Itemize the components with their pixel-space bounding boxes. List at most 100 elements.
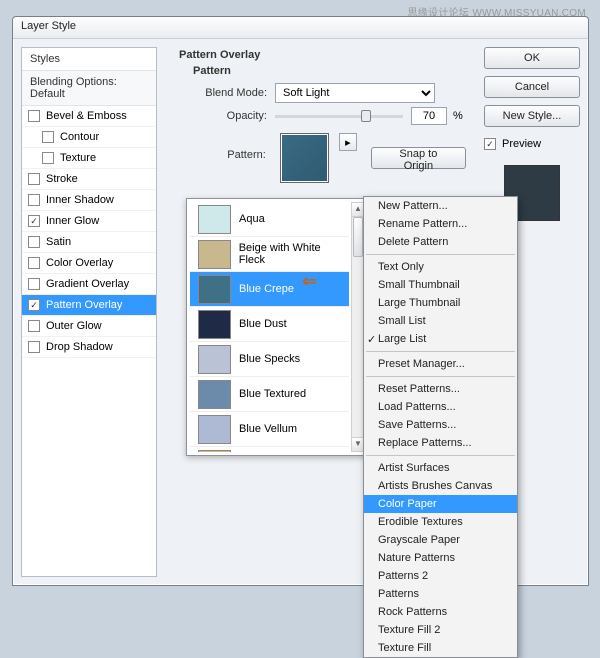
panel-title: Pattern Overlay <box>179 49 466 61</box>
style-item-bevel-emboss[interactable]: Bevel & Emboss <box>22 106 156 127</box>
style-item-inner-glow[interactable]: ✓Inner Glow <box>22 211 156 232</box>
annotation-arrow-icon: ⇐ <box>302 271 336 285</box>
menu-item[interactable]: Rename Pattern... <box>364 215 517 233</box>
pattern-name: Blue Textured <box>239 388 306 400</box>
style-checkbox[interactable] <box>28 320 40 332</box>
blend-mode-label: Blend Mode: <box>191 87 267 99</box>
pattern-context-menu: New Pattern...Rename Pattern...Delete Pa… <box>363 196 518 658</box>
style-item-outer-glow[interactable]: Outer Glow <box>22 316 156 337</box>
style-checkbox[interactable] <box>28 236 40 248</box>
menu-item[interactable]: Large Thumbnail <box>364 294 517 312</box>
pattern-name: Beige with White Fleck <box>239 242 349 266</box>
style-label: Color Overlay <box>46 257 113 269</box>
menu-separator <box>366 376 515 377</box>
menu-item[interactable]: ✓Large List <box>364 330 517 348</box>
pattern-name: Aqua <box>239 213 265 225</box>
styles-header[interactable]: Styles <box>22 48 156 71</box>
pattern-picker-popup: AquaBeige with White FleckBlue CrepeBlue… <box>186 198 368 456</box>
menu-item[interactable]: Preset Manager... <box>364 355 517 373</box>
style-label: Outer Glow <box>46 320 102 332</box>
pattern-thumb <box>198 205 231 234</box>
new-style-button[interactable]: New Style... <box>484 105 580 127</box>
menu-separator <box>366 254 515 255</box>
pattern-thumb <box>198 380 231 409</box>
style-checkbox[interactable] <box>42 152 54 164</box>
new-preset-icon[interactable]: ▸ <box>339 133 357 151</box>
pattern-thumb <box>198 415 231 444</box>
style-checkbox[interactable]: ✓ <box>28 215 40 227</box>
style-label: Gradient Overlay <box>46 278 129 290</box>
menu-item[interactable]: Small Thumbnail <box>364 276 517 294</box>
panel-subtitle: Pattern <box>193 65 466 77</box>
pattern-item[interactable]: Blue Textured <box>190 377 349 412</box>
style-label: Pattern Overlay <box>46 299 122 311</box>
pattern-item[interactable]: Blue Vellum <box>190 412 349 447</box>
style-checkbox[interactable] <box>28 110 40 122</box>
style-checkbox[interactable] <box>28 173 40 185</box>
menu-item[interactable]: Texture Fill 2 <box>364 621 517 639</box>
menu-item[interactable]: Reset Patterns... <box>364 380 517 398</box>
pattern-item[interactable]: Blue Specks <box>190 342 349 377</box>
pattern-item[interactable]: Buff Textured <box>190 447 349 452</box>
menu-separator <box>366 351 515 352</box>
pattern-label: Pattern: <box>191 149 266 161</box>
menu-item[interactable]: Artists Brushes Canvas <box>364 477 517 495</box>
menu-item[interactable]: Color Paper <box>364 495 517 513</box>
blending-options-header[interactable]: Blending Options: Default <box>22 71 156 106</box>
menu-item[interactable]: Save Patterns... <box>364 416 517 434</box>
cancel-button[interactable]: Cancel <box>484 76 580 98</box>
snap-to-origin-button[interactable]: Snap to Origin <box>371 147 466 169</box>
style-item-gradient-overlay[interactable]: Gradient Overlay <box>22 274 156 295</box>
style-checkbox[interactable] <box>28 341 40 353</box>
menu-item[interactable]: Small List <box>364 312 517 330</box>
menu-item[interactable]: Erodible Textures <box>364 513 517 531</box>
pattern-item[interactable]: Aqua <box>190 202 349 237</box>
menu-item[interactable]: Patterns 2 <box>364 567 517 585</box>
scroll-thumb[interactable] <box>353 217 363 257</box>
style-item-contour[interactable]: Contour <box>22 127 156 148</box>
blend-mode-select[interactable]: Soft Light <box>275 83 435 103</box>
menu-item[interactable]: Load Patterns... <box>364 398 517 416</box>
pattern-thumb <box>198 310 231 339</box>
menu-item[interactable]: Texture Fill <box>364 639 517 657</box>
menu-item[interactable]: Rock Patterns <box>364 603 517 621</box>
menu-item[interactable]: Grayscale Paper <box>364 531 517 549</box>
style-checkbox[interactable] <box>28 257 40 269</box>
preview-checkbox[interactable]: ✓ <box>484 138 496 150</box>
style-label: Texture <box>60 152 96 164</box>
style-label: Contour <box>60 131 99 143</box>
style-item-inner-shadow[interactable]: Inner Shadow <box>22 190 156 211</box>
opacity-slider[interactable] <box>275 109 403 123</box>
style-checkbox[interactable] <box>42 131 54 143</box>
pattern-item[interactable]: Beige with White Fleck <box>190 237 349 272</box>
pattern-thumb <box>198 275 231 304</box>
style-checkbox[interactable]: ✓ <box>28 299 40 311</box>
pattern-swatch[interactable] <box>280 133 329 183</box>
style-item-satin[interactable]: Satin <box>22 232 156 253</box>
menu-item[interactable]: Nature Patterns <box>364 549 517 567</box>
opacity-unit: % <box>453 110 463 122</box>
menu-item[interactable]: Replace Patterns... <box>364 434 517 452</box>
style-checkbox[interactable] <box>28 278 40 290</box>
style-label: Drop Shadow <box>46 341 113 353</box>
pattern-thumb <box>198 240 231 269</box>
menu-item[interactable]: Delete Pattern <box>364 233 517 251</box>
pattern-name: Blue Vellum <box>239 423 297 435</box>
menu-item[interactable]: Text Only <box>364 258 517 276</box>
opacity-value[interactable] <box>411 107 447 125</box>
pattern-item[interactable]: Blue Dust <box>190 307 349 342</box>
styles-panel: Styles Blending Options: Default Bevel &… <box>21 47 157 577</box>
style-item-texture[interactable]: Texture <box>22 148 156 169</box>
style-item-pattern-overlay[interactable]: ✓ Pattern Overlay <box>22 295 156 316</box>
menu-item[interactable]: Patterns <box>364 585 517 603</box>
menu-item[interactable]: New Pattern... <box>364 197 517 215</box>
menu-item[interactable]: Artist Surfaces <box>364 459 517 477</box>
pattern-thumb <box>198 345 231 374</box>
style-item-stroke[interactable]: Stroke <box>22 169 156 190</box>
style-item-color-overlay[interactable]: Color Overlay <box>22 253 156 274</box>
style-item-drop-shadow[interactable]: Drop Shadow <box>22 337 156 358</box>
style-checkbox[interactable] <box>28 194 40 206</box>
preview-label: Preview <box>502 138 541 150</box>
ok-button[interactable]: OK <box>484 47 580 69</box>
style-label: Satin <box>46 236 71 248</box>
